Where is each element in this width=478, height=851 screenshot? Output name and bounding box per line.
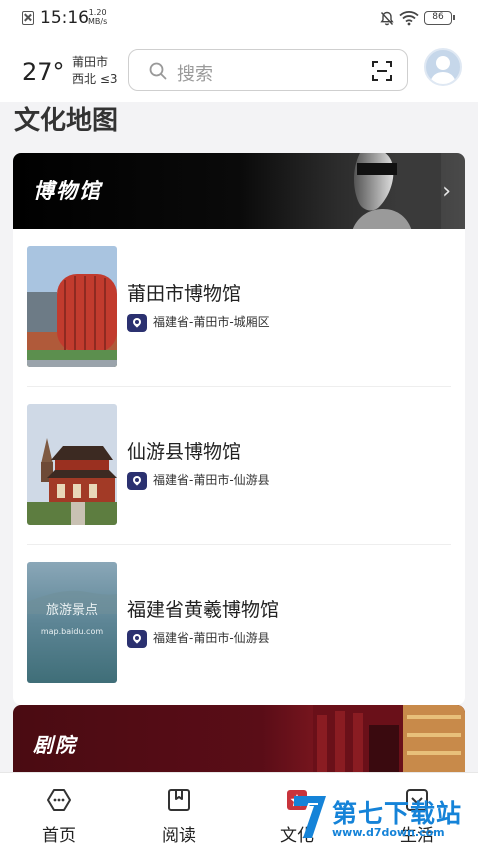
museum-thumbnail bbox=[27, 404, 117, 525]
museum-card: 博物馆 › 莆田市博物馆 福建省-莆田市-城厢区 仙游县博物馆 福建省-莆田市-… bbox=[13, 153, 465, 705]
search-icon bbox=[149, 62, 167, 80]
museum-name: 仙游县博物馆 bbox=[127, 441, 242, 463]
speed-unit: MB/s bbox=[88, 17, 108, 26]
list-item[interactable]: 旅游景点 map.baidu.com 福建省黄羲博物馆 福建省-莆田市-仙游县 bbox=[13, 545, 465, 703]
museum-address: 福建省-莆田市-仙游县 bbox=[127, 629, 270, 648]
address-text: 福建省-莆田市-仙游县 bbox=[153, 631, 270, 645]
wifi-icon bbox=[399, 11, 419, 26]
status-bar: 15:16 1.20 MB/s 86 bbox=[0, 0, 478, 38]
watermark-url: www.d7down.com bbox=[332, 826, 445, 839]
museum-banner-title: 博物馆 bbox=[33, 179, 102, 203]
museum-thumbnail bbox=[27, 246, 117, 367]
tab-home-label: 首页 bbox=[42, 826, 76, 846]
location-pin-icon bbox=[127, 629, 147, 648]
location-pin-icon bbox=[127, 313, 147, 332]
weather-location[interactable]: 莆田市 西北 ≤3 bbox=[72, 54, 118, 88]
mute-bell-icon bbox=[380, 11, 394, 26]
temperature: 27° bbox=[22, 58, 65, 86]
home-icon bbox=[47, 789, 71, 811]
address-text: 福建省-莆田市-仙游县 bbox=[153, 473, 270, 487]
theater-banner-title: 剧院 bbox=[33, 733, 77, 757]
placeholder-url: map.baidu.com bbox=[41, 627, 104, 636]
museum-address: 福建省-莆田市-城厢区 bbox=[127, 313, 270, 332]
avatar[interactable] bbox=[424, 48, 462, 86]
status-time: 15:16 bbox=[40, 8, 89, 28]
tab-read-label: 阅读 bbox=[162, 826, 196, 846]
location-pin-icon bbox=[127, 471, 147, 490]
scan-icon[interactable] bbox=[371, 60, 393, 82]
placeholder-thumbnail: 旅游景点 map.baidu.com bbox=[27, 562, 117, 683]
book-icon bbox=[168, 789, 190, 811]
chevron-right-icon[interactable]: › bbox=[442, 179, 451, 204]
search-placeholder: 搜索 bbox=[177, 64, 213, 85]
section-title: 文化地图 bbox=[14, 106, 119, 136]
museum-name: 莆田市博物馆 bbox=[127, 283, 242, 305]
notification-icon bbox=[22, 11, 34, 25]
watermark: 第七下载站 www.d7down.com bbox=[290, 790, 478, 848]
list-item[interactable]: 仙游县博物馆 福建省-莆田市-仙游县 bbox=[13, 387, 465, 545]
search-input[interactable]: 搜索 bbox=[128, 49, 408, 91]
speed-value: 1.20 bbox=[88, 8, 107, 17]
address-text: 福建省-莆田市-城厢区 bbox=[153, 315, 270, 329]
museum-address: 福建省-莆田市-仙游县 bbox=[127, 471, 270, 490]
network-speed: 1.20 MB/s bbox=[88, 8, 107, 26]
city-name: 莆田市 bbox=[72, 55, 109, 69]
user-icon bbox=[430, 56, 456, 84]
tab-read[interactable]: 阅读 bbox=[134, 773, 224, 851]
museum-name: 福建省黄羲博物馆 bbox=[127, 599, 280, 621]
wind-info: 西北 ≤3 bbox=[72, 72, 118, 86]
museum-banner[interactable]: 博物馆 › bbox=[13, 153, 465, 229]
list-item[interactable]: 莆田市博物馆 福建省-莆田市-城厢区 bbox=[13, 229, 465, 387]
watermark-text: 第七下载站 bbox=[332, 799, 463, 828]
statue-image bbox=[352, 153, 441, 229]
tab-home[interactable]: 首页 bbox=[14, 773, 104, 851]
battery-indicator: 86 bbox=[424, 11, 455, 25]
placeholder-caption: 旅游景点 bbox=[46, 603, 98, 618]
top-bar: 27° 莆田市 西北 ≤3 搜索 bbox=[0, 38, 478, 102]
watermark-logo-icon bbox=[294, 796, 326, 838]
